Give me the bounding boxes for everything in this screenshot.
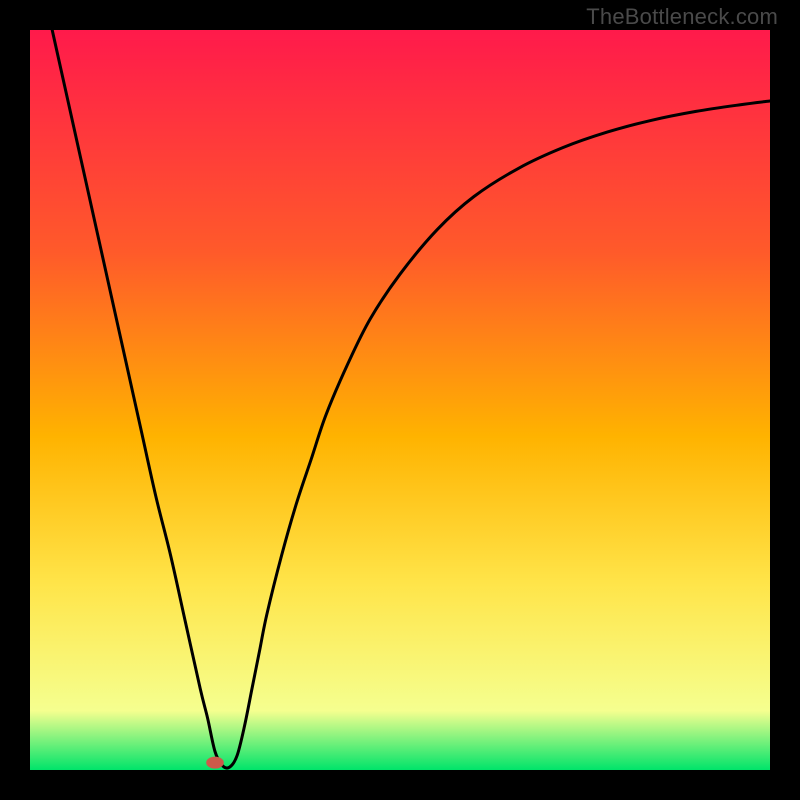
gradient-background (30, 30, 770, 770)
bottleneck-chart (30, 30, 770, 770)
chart-frame: TheBottleneck.com (0, 0, 800, 800)
watermark-text: TheBottleneck.com (586, 4, 778, 30)
optimal-point-marker (206, 757, 224, 769)
